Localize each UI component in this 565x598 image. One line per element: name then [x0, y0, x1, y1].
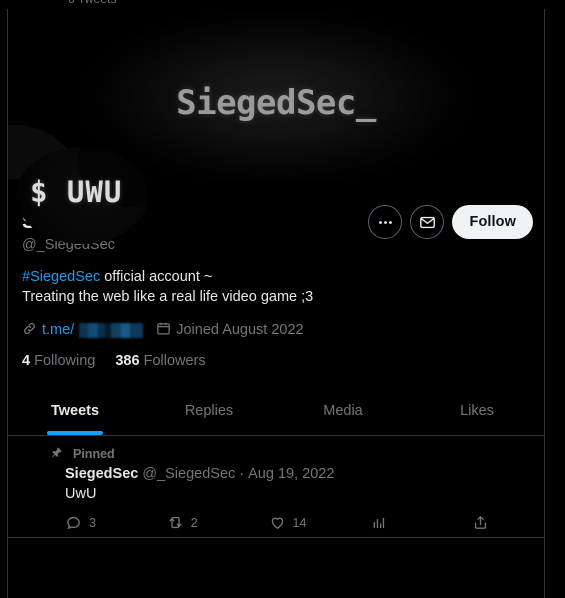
- tab-likes[interactable]: Likes: [410, 386, 544, 435]
- tab-tweets[interactable]: Tweets: [8, 386, 142, 435]
- tweet-body: SiegedSec @_SiegedSec · Aug 19, 2022 UwU: [21, 465, 531, 531]
- tweet-engagement-bar: 3 2 14: [65, 514, 495, 531]
- following-stat[interactable]: 4 Following: [22, 353, 95, 369]
- pinned-tweet[interactable]: Pinned $ UWU ••• SiegedSec @_SiegedSec ·…: [8, 436, 544, 538]
- tab-tweets-label: Tweets: [50, 402, 100, 419]
- profile-link-item[interactable]: t.me/: [22, 321, 144, 340]
- tweet-separator: ·: [239, 466, 245, 482]
- pinned-label: Pinned: [73, 446, 115, 461]
- tab-likes-label: Likes: [460, 402, 494, 419]
- profile-tabs: Tweets Replies Media Likes: [8, 386, 544, 436]
- banner-logo-text: SiegedSec_: [176, 83, 376, 123]
- tweet-date[interactable]: Aug 19, 2022: [248, 465, 334, 484]
- cut-off-tweet-count: 6 Tweets: [68, 0, 117, 6]
- following-count: 4: [22, 353, 31, 369]
- profile-stats-row: 4 Following 386 Followers: [22, 353, 530, 369]
- profile-joined-item: Joined August 2022: [156, 321, 304, 340]
- share-icon: [472, 514, 489, 531]
- like-action[interactable]: 14: [269, 514, 371, 531]
- tab-media[interactable]: Media: [276, 386, 410, 435]
- profile-bio: #SiegedSec official account ~ Treating t…: [22, 268, 530, 307]
- heart-icon: [269, 514, 286, 531]
- analytics-bars-icon: [370, 514, 387, 531]
- profile-avatar[interactable]: $ UWU: [16, 147, 148, 244]
- retweet-icon: [167, 514, 184, 531]
- followers-count: 386: [115, 353, 140, 369]
- avatar-text: $ UWU: [30, 175, 123, 209]
- message-button[interactable]: [410, 205, 445, 239]
- follow-button[interactable]: Follow: [452, 205, 533, 239]
- tab-media-label: Media: [323, 402, 363, 419]
- tweet-text: UwU: [65, 486, 97, 502]
- profile-actions: Follow: [368, 205, 533, 239]
- following-label: Following: [34, 353, 96, 369]
- tweet-main: SiegedSec @_SiegedSec · Aug 19, 2022 UwU: [65, 465, 531, 531]
- reply-icon: [65, 514, 82, 531]
- bio-line-2: Treating the web like a real life video …: [22, 288, 314, 305]
- more-options-button[interactable]: [368, 205, 403, 239]
- analytics-action[interactable]: [370, 514, 472, 531]
- tweet-author-handle[interactable]: @_SiegedSec: [142, 465, 235, 484]
- profile-joined-text: Joined August 2022: [176, 322, 304, 338]
- bio-line-1-rest: official account ~: [100, 269, 213, 285]
- tab-replies-label: Replies: [184, 402, 234, 419]
- twitter-profile-page: 6 Tweets SiegedSec_: [0, 0, 565, 598]
- envelope-icon: [419, 214, 436, 231]
- tab-active-underline: [47, 431, 103, 435]
- tweet-header: SiegedSec @_SiegedSec · Aug 19, 2022: [65, 465, 531, 484]
- bio-line-1: #SiegedSec official account ~: [22, 268, 530, 288]
- share-action[interactable]: [472, 514, 489, 531]
- profile-column: SiegedSec_ Follow $ UWU @_SiegedSec #Sie…: [7, 9, 545, 598]
- pin-icon: [50, 446, 63, 462]
- cut-off-header-strip: 6 Tweets: [0, 0, 565, 9]
- retweet-count: 2: [190, 515, 198, 530]
- more-horizontal-icon: [377, 214, 394, 231]
- reply-action[interactable]: 3: [65, 514, 167, 531]
- followers-label: Followers: [143, 353, 206, 369]
- profile-link-text[interactable]: t.me/: [42, 322, 74, 338]
- profile-meta-row: t.me/ Joined August 2022: [22, 320, 530, 340]
- retweet-action[interactable]: 2: [167, 514, 269, 531]
- reply-count: 3: [89, 515, 96, 530]
- calendar-icon: [156, 321, 171, 340]
- bio-hashtag-link[interactable]: #SiegedSec: [22, 269, 100, 285]
- link-icon: [22, 321, 37, 340]
- followers-stat[interactable]: 386 Followers: [115, 353, 205, 369]
- tweet-author-name[interactable]: SiegedSec: [65, 465, 138, 484]
- like-count: 14: [292, 515, 307, 530]
- profile-link-redacted: [79, 322, 144, 338]
- tab-replies[interactable]: Replies: [142, 386, 276, 435]
- pinned-indicator: Pinned: [50, 445, 531, 462]
